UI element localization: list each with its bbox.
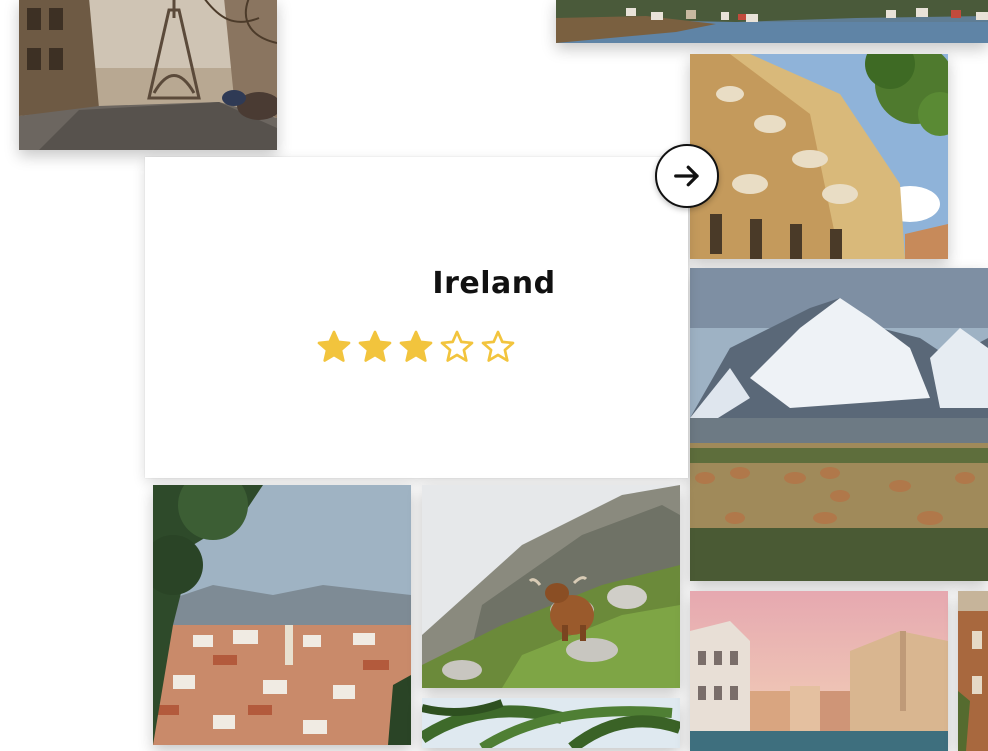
destination-card[interactable] (145, 157, 688, 478)
photo-brick-building[interactable] (958, 591, 988, 751)
photo-highland-cow[interactable] (422, 485, 680, 688)
star-rating[interactable] (316, 329, 516, 365)
arrow-right-icon (674, 165, 699, 187)
photo-casa-batllo[interactable] (690, 54, 948, 259)
destination-title: Ireland (432, 266, 556, 301)
photo-split-city[interactable] (153, 485, 411, 745)
photo-patagonia-guanacos[interactable] (690, 268, 988, 581)
star-filled-icon[interactable] (398, 329, 434, 365)
photo-palm-leaves[interactable] (422, 698, 680, 748)
star-filled-icon[interactable] (357, 329, 393, 365)
next-button[interactable] (655, 144, 719, 208)
photo-paris-eiffel-street[interactable] (19, 0, 277, 150)
star-filled-icon[interactable] (316, 329, 352, 365)
photo-coastal-village[interactable] (556, 0, 988, 43)
photo-venice-canal[interactable] (690, 591, 948, 751)
star-empty-icon[interactable] (480, 329, 516, 365)
star-empty-icon[interactable] (439, 329, 475, 365)
